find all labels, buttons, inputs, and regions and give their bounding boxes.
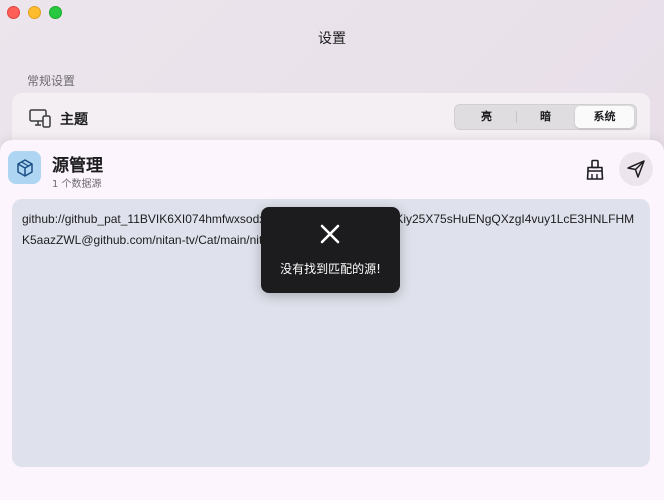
minimize-window-button[interactable] bbox=[28, 6, 41, 19]
settings-window: 设置 常规设置 主题 亮 暗 系统 源管理 1 个数据源 github://gi… bbox=[0, 0, 664, 500]
zoom-window-button[interactable] bbox=[49, 6, 62, 19]
cube-icon bbox=[8, 151, 41, 184]
source-count: 1 个数据源 bbox=[52, 179, 102, 190]
broom-icon[interactable] bbox=[583, 158, 607, 182]
theme-option-dark[interactable]: 暗 bbox=[516, 106, 575, 128]
toast-message: 没有找到匹配的源! bbox=[280, 262, 381, 276]
theme-option-light[interactable]: 亮 bbox=[457, 106, 516, 128]
sheet-title: 源管理 bbox=[52, 156, 103, 176]
error-toast: 没有找到匹配的源! bbox=[261, 207, 400, 293]
theme-option-system[interactable]: 系统 bbox=[575, 106, 634, 128]
window-title: 设置 bbox=[318, 31, 346, 47]
send-button[interactable] bbox=[619, 152, 653, 186]
section-label-general: 常规设置 bbox=[27, 74, 76, 88]
paper-plane-icon bbox=[627, 160, 645, 178]
window-controls bbox=[7, 6, 62, 19]
monitor-icon bbox=[29, 109, 51, 128]
source-manager-sheet: 源管理 1 个数据源 github://github_pat_11BVIK6XI… bbox=[0, 140, 664, 500]
close-window-button[interactable] bbox=[7, 6, 20, 19]
close-icon bbox=[320, 224, 340, 244]
theme-label: 主题 bbox=[60, 112, 88, 128]
theme-segmented-control: 亮 暗 系统 bbox=[454, 104, 637, 130]
